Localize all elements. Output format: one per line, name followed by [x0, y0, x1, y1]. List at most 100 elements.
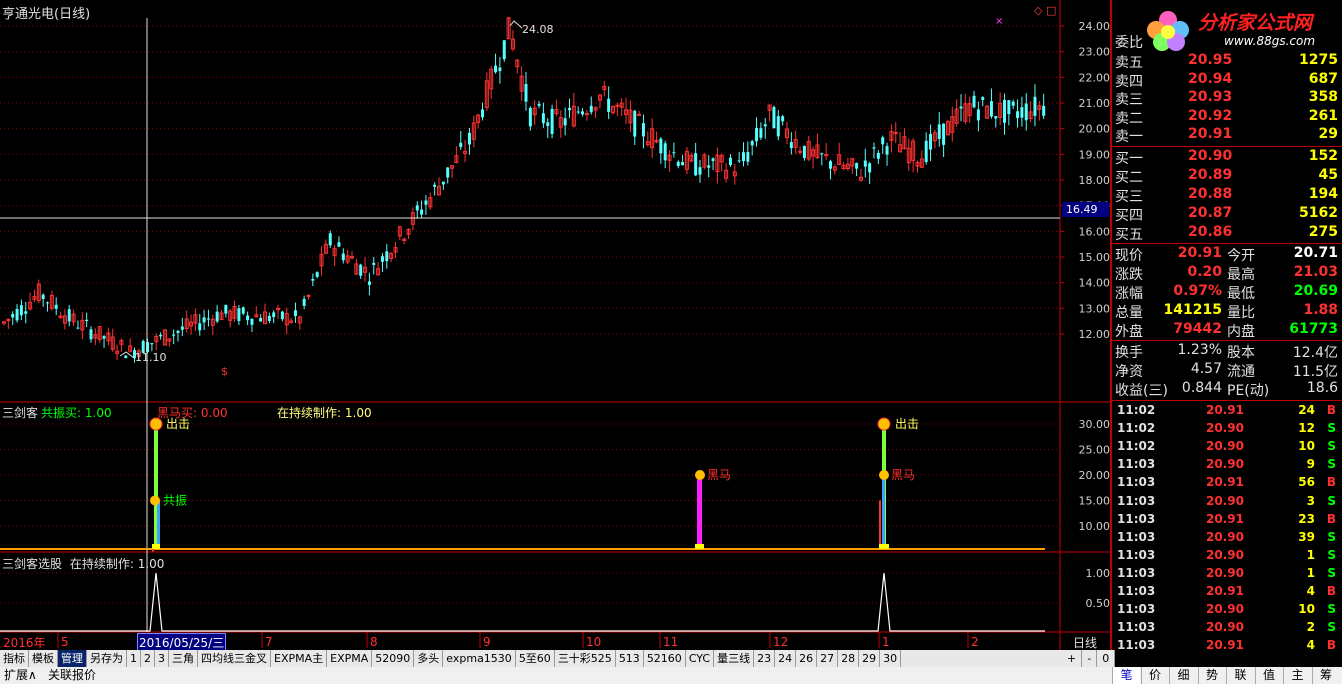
toolbar-item[interactable]: EXPMA: [327, 650, 373, 667]
candle-body-down: [67, 309, 71, 322]
month-label: 5: [61, 635, 69, 649]
tick-side: B: [1326, 511, 1336, 526]
toolbar-item[interactable]: 多头: [414, 650, 444, 667]
toolbar-item[interactable]: 管理: [58, 650, 87, 667]
panel-tab[interactable]: 联: [1226, 667, 1254, 684]
tick-row: 11:03 20.91 4 B: [1115, 583, 1340, 601]
candle-body-down: [528, 107, 532, 127]
toolbar-item[interactable]: expma1530: [443, 650, 516, 667]
tick-price: 20.90: [1206, 439, 1244, 454]
fund-label: 换手: [1115, 345, 1143, 361]
stat-label: 现价: [1115, 248, 1143, 264]
signal-icon-chuji: [877, 417, 891, 431]
zoom-button[interactable]: -: [1082, 650, 1098, 667]
toolbar-item[interactable]: 29: [859, 650, 881, 667]
stat-label: 外盘: [1115, 324, 1143, 340]
zoom-button[interactable]: +: [1062, 650, 1083, 667]
toolbar-item[interactable]: 52090: [372, 650, 415, 667]
candle-body-down: [19, 305, 23, 316]
zoom-button[interactable]: 0: [1097, 650, 1116, 667]
tick-side: B: [1326, 403, 1336, 417]
ask-row: 卖一 20.91 29: [1115, 126, 1340, 145]
candle-body-down: [446, 167, 450, 178]
toolbar-item[interactable]: 1: [127, 650, 141, 667]
candle-body-down: [46, 302, 49, 304]
bid-label: 买一: [1115, 151, 1143, 167]
window-marks[interactable]: ◇ □: [1034, 4, 1056, 17]
toolbar-item[interactable]: 28: [838, 650, 860, 667]
month-label: 9: [483, 635, 491, 649]
bid-volume: 5162: [1299, 205, 1338, 221]
price-axis-label: 21.00: [1079, 97, 1111, 110]
candle-body-down: [494, 65, 498, 73]
indicator1-line2: 黑马买: 0.00: [157, 406, 228, 420]
candle-body-down: [433, 184, 437, 187]
candle-body-down: [150, 343, 154, 345]
candle-body-down: [576, 111, 580, 113]
ask-price: 20.93: [1188, 89, 1233, 105]
toolbar-item[interactable]: 27: [817, 650, 839, 667]
toolbar-item[interactable]: 模板: [29, 650, 58, 667]
kline-chart[interactable]: 24.0023.0022.0021.0020.0019.0018.0017.00…: [0, 0, 1110, 650]
tick-side: S: [1327, 529, 1336, 544]
ask-volume: 687: [1308, 70, 1338, 87]
price-axis-label: 15.00: [1079, 251, 1111, 264]
panel-tab[interactable]: 值: [1254, 667, 1283, 684]
bid-row: 买五 20.86 275: [1115, 224, 1340, 243]
tick-row: 11:03 20.91 23 B: [1115, 511, 1340, 529]
ask-volume: 358: [1308, 89, 1338, 105]
candle-body-down: [763, 124, 767, 127]
panel-tab[interactable]: 势: [1197, 667, 1226, 684]
bid-price: 20.87: [1188, 205, 1233, 221]
toolbar-item[interactable]: EXPMA主: [271, 650, 328, 667]
toolbar-item[interactable]: 3: [155, 650, 169, 667]
panel-tab[interactable]: 主: [1283, 667, 1311, 684]
candle-body-down: [742, 152, 745, 162]
fund-value: 12.4亿: [1292, 345, 1338, 361]
panel-tab[interactable]: 筹: [1311, 667, 1340, 684]
toolbar-item[interactable]: 23: [754, 650, 776, 667]
panel-tab[interactable]: 价: [1140, 667, 1169, 684]
toolbar-item[interactable]: 三角: [169, 650, 198, 667]
stat-value: 20.69: [1293, 283, 1338, 299]
period-label[interactable]: 日线: [1073, 634, 1097, 651]
chart-area[interactable]: 24.0023.0022.0021.0020.0019.0018.0017.00…: [0, 0, 1110, 652]
toolbar-item[interactable]: 5至60: [516, 650, 555, 667]
candle-body-down: [272, 312, 276, 318]
toolbar-item[interactable]: 指标: [0, 650, 29, 667]
toolbar-item[interactable]: CYC: [686, 650, 715, 667]
bid-volume: 45: [1318, 167, 1338, 183]
candle-body-down: [676, 161, 680, 167]
toolbar-item[interactable]: 另存为: [87, 650, 127, 667]
candle-body-down: [380, 256, 384, 262]
toolbar-item[interactable]: 量三线: [714, 650, 755, 667]
candle-body-down: [467, 132, 471, 145]
panel-tab[interactable]: 笔: [1112, 667, 1140, 684]
ask-label: 卖一: [1115, 129, 1143, 145]
toolbar-item[interactable]: 26: [796, 650, 818, 667]
toolbar-item[interactable]: 四均线三金叉: [198, 650, 271, 667]
toolbar-item[interactable]: 30: [880, 650, 902, 667]
tick-side: S: [1327, 620, 1336, 635]
expand-button[interactable]: 扩展∧: [4, 667, 37, 684]
related-quote-button[interactable]: 关联报价: [48, 667, 96, 684]
toolbar-item[interactable]: 513: [616, 650, 644, 667]
tick-volume: 39: [1298, 529, 1315, 544]
candle-body-down: [102, 335, 106, 339]
candle-body-down: [994, 116, 998, 119]
candle-body-up: [893, 131, 898, 134]
panel-tab[interactable]: 细: [1169, 667, 1197, 684]
tick-time: 11:02: [1117, 421, 1156, 436]
toolbar-item[interactable]: 三十彩525: [555, 650, 616, 667]
toolbar-item[interactable]: 2: [141, 650, 155, 667]
tick-volume: 12: [1298, 421, 1315, 436]
toolbar-item[interactable]: 24: [775, 650, 797, 667]
candle-body-down: [537, 103, 541, 106]
toolbar-item[interactable]: 52160: [644, 650, 686, 667]
ask-label: 卖四: [1115, 73, 1143, 90]
tick-volume: 4: [1306, 638, 1315, 653]
tick-time: 11:03: [1117, 529, 1156, 544]
tick-volume: 1: [1306, 565, 1315, 580]
candle-body-down: [280, 311, 284, 320]
candle-body-down: [328, 233, 332, 246]
